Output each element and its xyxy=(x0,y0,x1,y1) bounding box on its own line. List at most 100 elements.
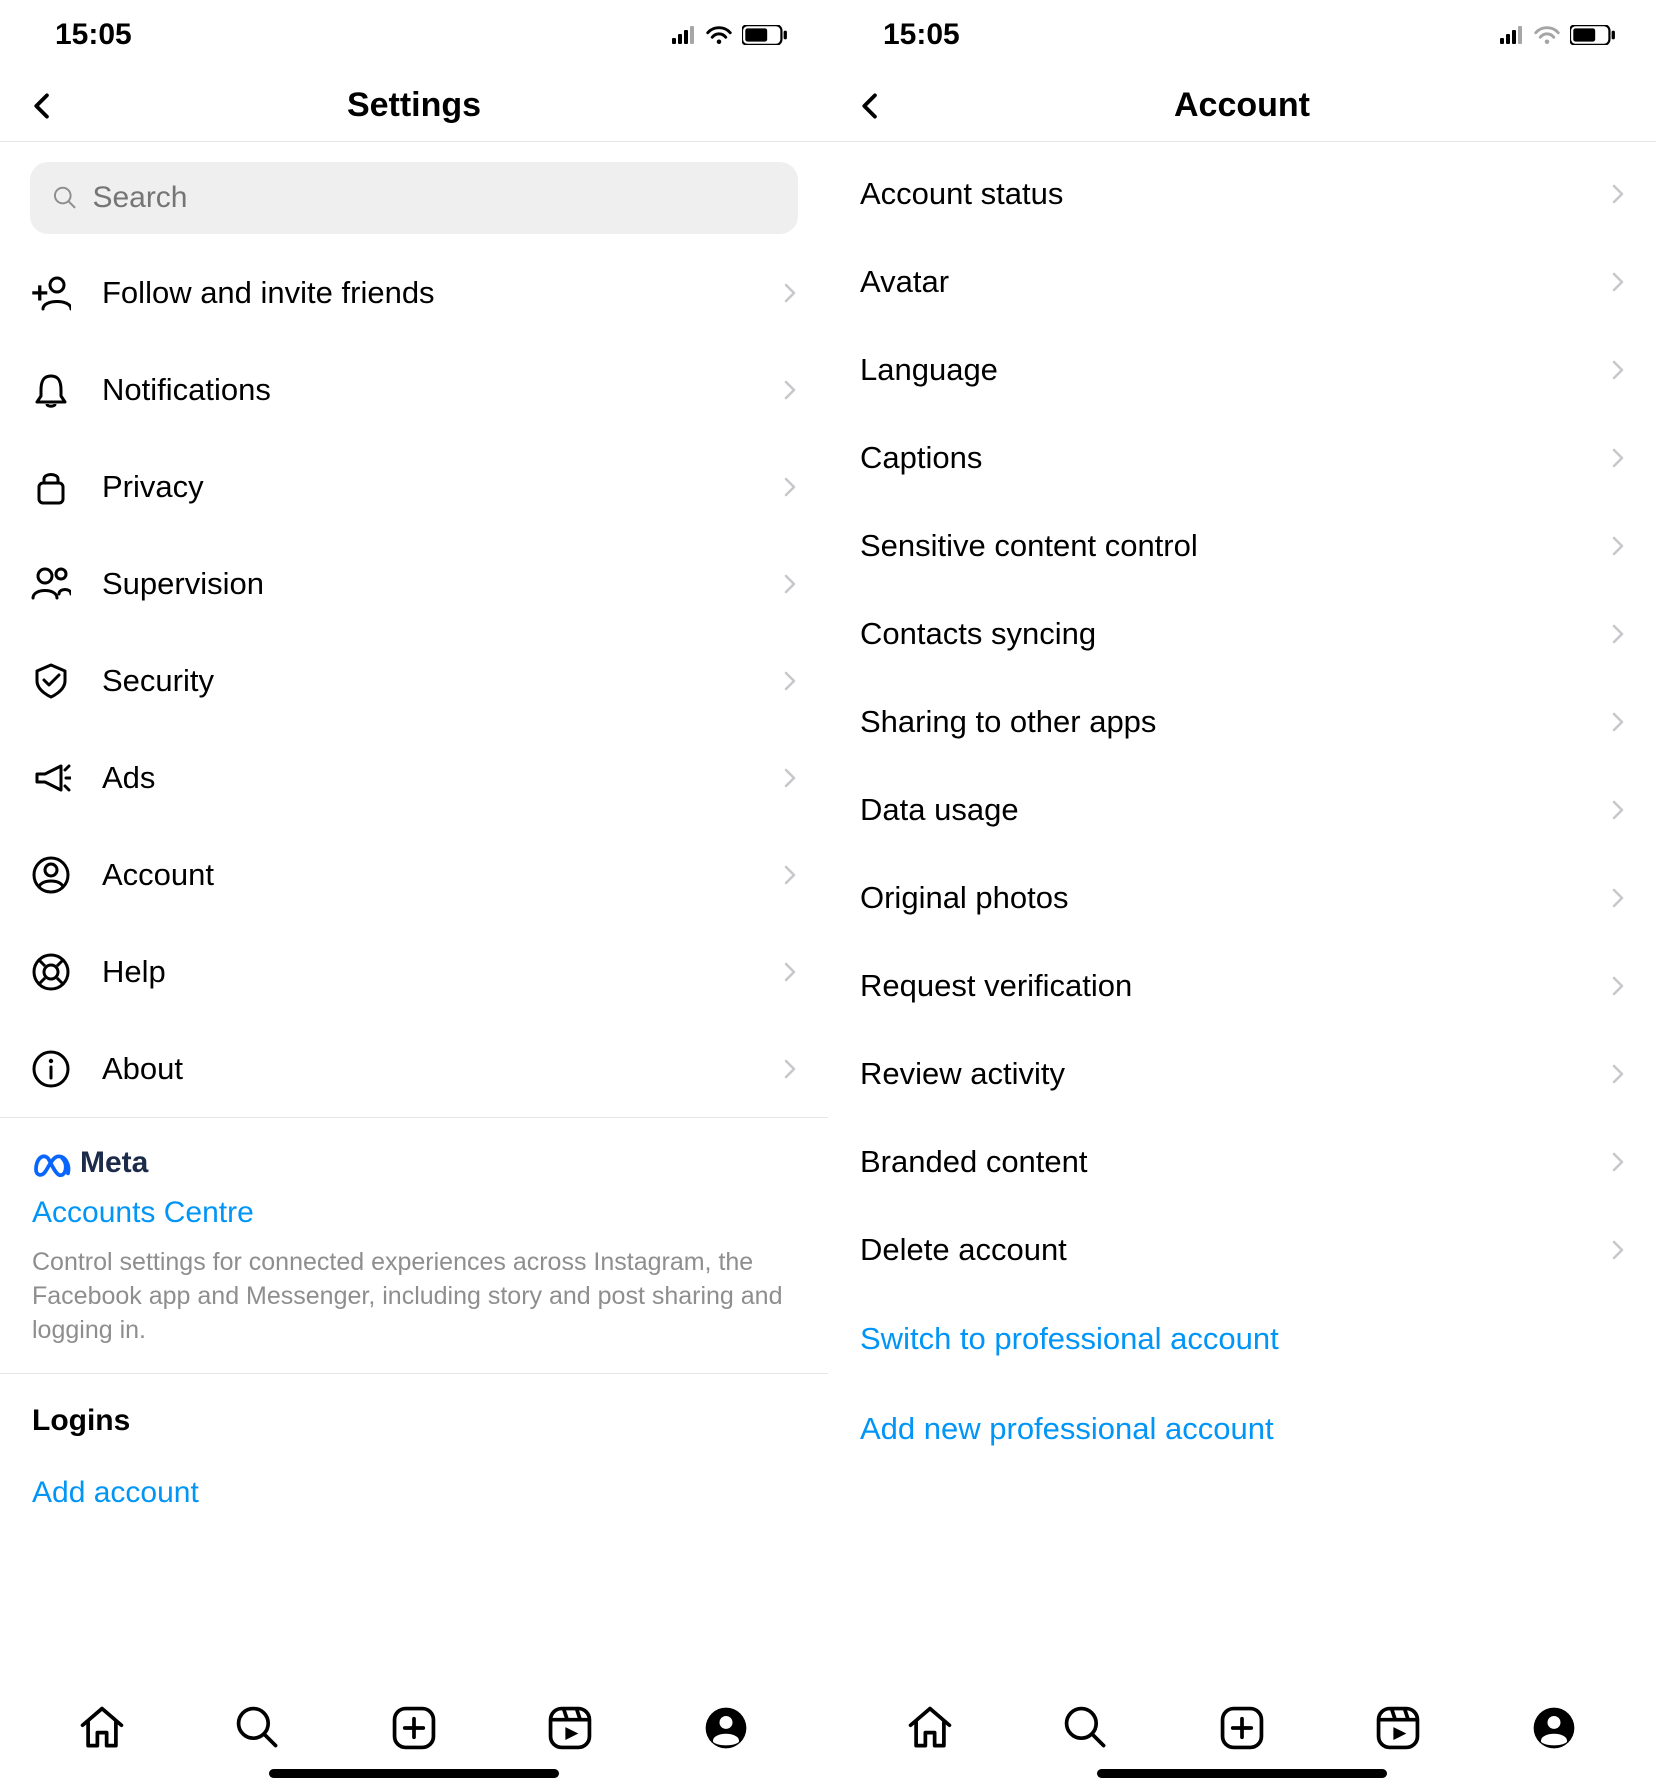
meta-brand: Meta xyxy=(80,1146,148,1180)
account-row-original-photos[interactable]: Original photos xyxy=(828,854,1656,942)
chevron-right-icon xyxy=(1610,536,1626,556)
nav-bar: Settings xyxy=(0,70,828,142)
row-label: Sensitive content control xyxy=(860,528,1610,564)
back-button[interactable] xyxy=(20,83,62,129)
search-box[interactable] xyxy=(30,162,798,234)
chevron-left-icon xyxy=(30,93,52,119)
search-icon xyxy=(52,184,78,212)
tab-home[interactable] xyxy=(75,1701,129,1755)
account-icon xyxy=(30,854,72,896)
chevron-right-icon xyxy=(1610,448,1626,468)
settings-screen: 15:05 Settings Follow and invite friends… xyxy=(0,0,828,1792)
account-row-delete-account[interactable]: Delete account xyxy=(828,1206,1656,1294)
row-label: About xyxy=(102,1051,782,1087)
chevron-right-icon xyxy=(782,865,798,885)
tab-home[interactable] xyxy=(903,1701,957,1755)
status-bar: 15:05 xyxy=(0,0,828,70)
home-icon xyxy=(905,1703,955,1753)
chevron-right-icon xyxy=(1610,624,1626,644)
account-row-data-usage[interactable]: Data usage xyxy=(828,766,1656,854)
row-label: Delete account xyxy=(860,1232,1610,1268)
tab-add[interactable] xyxy=(1215,1701,1269,1755)
row-label: Notifications xyxy=(102,372,782,408)
tab-reels[interactable] xyxy=(1371,1701,1425,1755)
chevron-right-icon xyxy=(782,1059,798,1079)
meta-logo: Meta xyxy=(32,1146,796,1180)
chevron-right-icon xyxy=(782,962,798,982)
chevron-right-icon xyxy=(1610,272,1626,292)
status-time: 15:05 xyxy=(883,18,960,52)
tab-profile[interactable] xyxy=(1527,1701,1581,1755)
lifebuoy-icon xyxy=(30,951,72,993)
search-input[interactable] xyxy=(92,181,776,215)
meta-description: Control settings for connected experienc… xyxy=(32,1246,796,1347)
account-row-language[interactable]: Language xyxy=(828,326,1656,414)
row-label: Contacts syncing xyxy=(860,616,1610,652)
status-bar: 15:05 xyxy=(828,0,1656,70)
row-label: Supervision xyxy=(102,566,782,602)
tab-profile[interactable] xyxy=(699,1701,753,1755)
meta-icon xyxy=(32,1147,72,1179)
account-row-request-verification[interactable]: Request verification xyxy=(828,942,1656,1030)
chevron-right-icon xyxy=(1610,1152,1626,1172)
page-title: Account xyxy=(828,86,1656,125)
megaphone-icon xyxy=(30,757,72,799)
row-label: Data usage xyxy=(860,792,1610,828)
link-switch-to-professional-account[interactable]: Switch to professional account xyxy=(828,1294,1656,1384)
chevron-right-icon xyxy=(782,671,798,691)
tab-reels[interactable] xyxy=(543,1701,597,1755)
back-button[interactable] xyxy=(848,83,890,129)
settings-row-account[interactable]: Account xyxy=(0,826,828,923)
logins-section: Logins Add account xyxy=(0,1374,828,1540)
profile-icon xyxy=(701,1703,751,1753)
home-indicator xyxy=(269,1769,559,1778)
home-indicator xyxy=(1097,1769,1387,1778)
settings-row-help[interactable]: Help xyxy=(0,923,828,1020)
settings-row-security[interactable]: Security xyxy=(0,632,828,729)
row-label: Follow and invite friends xyxy=(102,275,782,311)
tab-search[interactable] xyxy=(231,1701,285,1755)
wifi-icon xyxy=(1534,26,1560,44)
shield-icon xyxy=(30,660,72,702)
row-label: Privacy xyxy=(102,469,782,505)
row-label: Sharing to other apps xyxy=(860,704,1610,740)
account-row-avatar[interactable]: Avatar xyxy=(828,238,1656,326)
home-icon xyxy=(77,1703,127,1753)
wifi-icon xyxy=(706,26,732,44)
battery-icon xyxy=(742,25,788,45)
chevron-right-icon xyxy=(1610,712,1626,732)
add-icon xyxy=(1217,1703,1267,1753)
chevron-left-icon xyxy=(858,93,880,119)
row-label: Account status xyxy=(860,176,1610,212)
account-row-contacts-syncing[interactable]: Contacts syncing xyxy=(828,590,1656,678)
link-label: Switch to professional account xyxy=(860,1321,1279,1357)
accounts-centre-link[interactable]: Accounts Centre xyxy=(32,1196,796,1230)
settings-row-notifications[interactable]: Notifications xyxy=(0,341,828,438)
cellular-icon xyxy=(670,26,696,44)
account-row-captions[interactable]: Captions xyxy=(828,414,1656,502)
row-label: Review activity xyxy=(860,1056,1610,1092)
info-icon xyxy=(30,1048,72,1090)
account-row-sensitive-content-control[interactable]: Sensitive content control xyxy=(828,502,1656,590)
add-account-link[interactable]: Add account xyxy=(32,1476,796,1510)
chevron-right-icon xyxy=(1610,1240,1626,1260)
meta-section: Meta Accounts Centre Control settings fo… xyxy=(0,1118,828,1374)
link-add-new-professional-account[interactable]: Add new professional account xyxy=(828,1384,1656,1474)
settings-row-supervision[interactable]: Supervision xyxy=(0,535,828,632)
settings-row-follow-and-invite-friends[interactable]: Follow and invite friends xyxy=(0,244,828,341)
account-row-account-status[interactable]: Account status xyxy=(828,150,1656,238)
lock-icon xyxy=(30,466,72,508)
account-row-branded-content[interactable]: Branded content xyxy=(828,1118,1656,1206)
chevron-right-icon xyxy=(782,283,798,303)
account-row-review-activity[interactable]: Review activity xyxy=(828,1030,1656,1118)
account-row-sharing-to-other-apps[interactable]: Sharing to other apps xyxy=(828,678,1656,766)
settings-row-privacy[interactable]: Privacy xyxy=(0,438,828,535)
settings-row-ads[interactable]: Ads xyxy=(0,729,828,826)
settings-row-about[interactable]: About xyxy=(0,1020,828,1117)
tab-search[interactable] xyxy=(1059,1701,1113,1755)
tab-add[interactable] xyxy=(387,1701,441,1755)
account-screen: 15:05 Account Account status AvatarLangua… xyxy=(828,0,1656,1792)
chevron-right-icon xyxy=(782,574,798,594)
chevron-right-icon xyxy=(782,380,798,400)
status-icons xyxy=(1498,25,1616,45)
